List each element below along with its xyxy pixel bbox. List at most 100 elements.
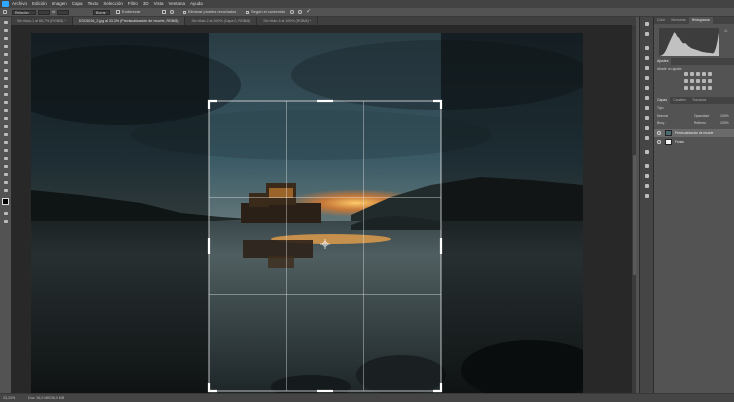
- canvas-scrollbar[interactable]: [632, 25, 636, 393]
- healing-brush-tool-icon[interactable]: [3, 76, 9, 81]
- threshold-icon[interactable]: [696, 86, 700, 90]
- layer-row-crop-preview[interactable]: Previsualización de recorte: [654, 129, 734, 137]
- layer-row-fondo[interactable]: Fondo: [654, 138, 734, 146]
- hand-tool-icon[interactable]: [3, 172, 9, 177]
- crop-tool-icon[interactable]: [3, 10, 7, 14]
- brush-tool-icon[interactable]: [3, 84, 9, 89]
- tab-histograma[interactable]: Histograma: [688, 17, 713, 24]
- fill-value[interactable]: 100%: [720, 121, 729, 125]
- tool-presets-icon[interactable]: [644, 183, 650, 189]
- layer-filter-kind[interactable]: Tipo: [657, 106, 663, 110]
- history-brush-tool-icon[interactable]: [3, 100, 9, 105]
- history-panel-icon[interactable]: [644, 21, 650, 27]
- paths-panel-icon[interactable]: [644, 135, 650, 141]
- clone-source-icon[interactable]: [644, 65, 650, 71]
- properties-panel-icon[interactable]: [644, 31, 650, 37]
- posterize-icon[interactable]: [690, 86, 694, 90]
- tab-canales[interactable]: Canales: [670, 97, 689, 104]
- tab-capas[interactable]: Capas: [654, 97, 671, 104]
- curves-icon[interactable]: [696, 72, 700, 76]
- document-canvas[interactable]: [11, 25, 636, 393]
- hue-saturation-icon[interactable]: [684, 79, 688, 83]
- ratio-dropdown[interactable]: Relación: [12, 9, 36, 15]
- menu-capa[interactable]: Capa: [72, 0, 83, 8]
- menu-imagen[interactable]: Imagen: [52, 0, 67, 8]
- content-aware-checkbox[interactable]: [246, 10, 249, 14]
- brightness-icon[interactable]: [684, 72, 688, 76]
- opacity-value[interactable]: 100%: [720, 114, 729, 118]
- histogram-warning-icon[interactable]: ⚠: [724, 28, 728, 33]
- quick-mask-icon[interactable]: [3, 211, 9, 216]
- path-selection-tool-icon[interactable]: [3, 156, 9, 161]
- gradient-tool-icon[interactable]: [3, 116, 9, 121]
- selective-color-icon[interactable]: [708, 86, 712, 90]
- channels-panel-icon[interactable]: [644, 163, 650, 169]
- straighten-label[interactable]: Enderezar: [122, 8, 140, 16]
- styles-panel-icon[interactable]: [644, 173, 650, 179]
- shape-tool-icon[interactable]: [3, 164, 9, 169]
- pen-tool-icon[interactable]: [3, 140, 9, 145]
- canvas-area[interactable]: [11, 25, 636, 393]
- move-tool-icon[interactable]: [3, 20, 9, 25]
- vibrance-icon[interactable]: [708, 72, 712, 76]
- timeline-icon[interactable]: [644, 193, 650, 199]
- levels-icon[interactable]: [690, 72, 694, 76]
- layer-visibility-icon[interactable]: [657, 140, 661, 144]
- cancel-icon[interactable]: [298, 10, 302, 14]
- grid-overlay-icon[interactable]: [162, 10, 166, 14]
- width-field[interactable]: [38, 9, 50, 15]
- foreground-color-swatch[interactable]: [2, 198, 9, 205]
- quick-select-tool-icon[interactable]: [3, 44, 9, 49]
- tab-sin-titulo-2[interactable]: Sin título-2 al 100% (Capa 0, RGB/8): [185, 17, 258, 25]
- tab-muestras[interactable]: Muestras: [668, 17, 688, 24]
- layer-comps-icon[interactable]: [644, 125, 650, 131]
- settings-gear-icon[interactable]: [170, 10, 174, 14]
- dodge-tool-icon[interactable]: [3, 132, 9, 137]
- adobe-red-icon[interactable]: [644, 149, 650, 155]
- brush-panel-icon[interactable]: [644, 55, 650, 61]
- clear-button[interactable]: Borrar: [93, 9, 110, 15]
- straighten-icon[interactable]: [116, 10, 120, 14]
- info-panel-icon[interactable]: [644, 75, 650, 81]
- color-balance-icon[interactable]: [690, 79, 694, 83]
- photo-filter-icon[interactable]: [702, 79, 706, 83]
- menu-texto[interactable]: Texto: [88, 0, 99, 8]
- libraries-panel-icon[interactable]: [644, 115, 650, 121]
- tab-trazados[interactable]: Trazados: [689, 97, 709, 104]
- marquee-tool-icon[interactable]: [3, 28, 9, 33]
- screen-mode-icon[interactable]: [3, 219, 9, 224]
- invert-icon[interactable]: [684, 86, 688, 90]
- zoom-tool-icon[interactable]: [3, 180, 9, 185]
- blend-mode-select[interactable]: Normal: [657, 114, 668, 118]
- menu-vista[interactable]: Vista: [154, 0, 164, 8]
- tab-sin-titulo-3[interactable]: Sin título-3 al 100% (RGB/8) *: [257, 17, 319, 25]
- eraser-tool-icon[interactable]: [3, 108, 9, 113]
- frame-tool-icon[interactable]: [3, 60, 9, 65]
- swap-icon[interactable]: ⇄: [52, 8, 55, 16]
- glyphs-panel-icon[interactable]: [644, 105, 650, 111]
- blur-tool-icon[interactable]: [3, 124, 9, 129]
- tab-ajustes[interactable]: Ajustes: [654, 58, 672, 65]
- menu-filtro[interactable]: Filtro: [128, 0, 138, 8]
- menu-3d[interactable]: 3D: [143, 0, 149, 8]
- tab-color[interactable]: Color: [654, 17, 668, 24]
- commit-check-icon[interactable]: ✓: [306, 8, 311, 16]
- gradient-map-icon[interactable]: [702, 86, 706, 90]
- exposure-icon[interactable]: [702, 72, 706, 76]
- tab-sin-titulo-1[interactable]: Sin título-1 al 66,7% (RGB/8) *: [11, 17, 73, 25]
- reset-icon[interactable]: [290, 10, 294, 14]
- menu-edicion[interactable]: Edición: [32, 0, 47, 8]
- lasso-tool-icon[interactable]: [3, 36, 9, 41]
- character-panel-icon[interactable]: [644, 85, 650, 91]
- delete-cropped-checkbox[interactable]: [183, 10, 186, 14]
- menu-ayuda[interactable]: Ayuda: [190, 0, 203, 8]
- type-tool-icon[interactable]: [3, 148, 9, 153]
- eyedropper-tool-icon[interactable]: [3, 68, 9, 73]
- play-actions-icon[interactable]: [644, 45, 650, 51]
- clone-stamp-tool-icon[interactable]: [3, 92, 9, 97]
- layer-visibility-icon[interactable]: [657, 131, 661, 135]
- channel-mixer-icon[interactable]: [708, 79, 712, 83]
- menu-seleccion[interactable]: Selección: [103, 0, 123, 8]
- black-white-icon[interactable]: [696, 79, 700, 83]
- tab-dsc6016[interactable]: DSC6016_2.jpg al 33,3% (Previsualización…: [72, 17, 186, 25]
